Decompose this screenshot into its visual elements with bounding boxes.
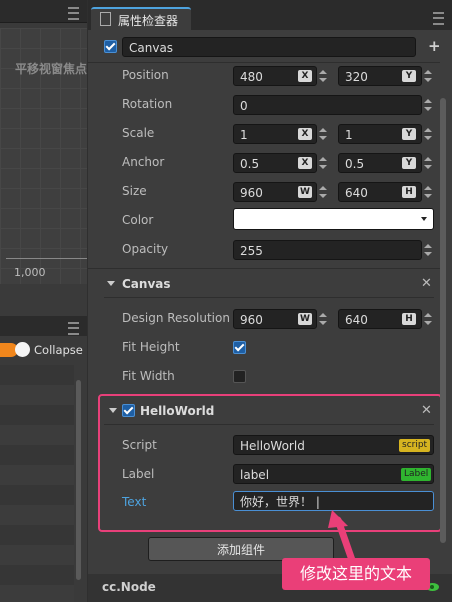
annotation-arrow <box>328 510 356 564</box>
annotation-callout: 修改这里的文本 <box>282 558 430 590</box>
inspector-scrollbar[interactable] <box>440 98 446 543</box>
node-type-label: cc.Node <box>102 580 156 594</box>
